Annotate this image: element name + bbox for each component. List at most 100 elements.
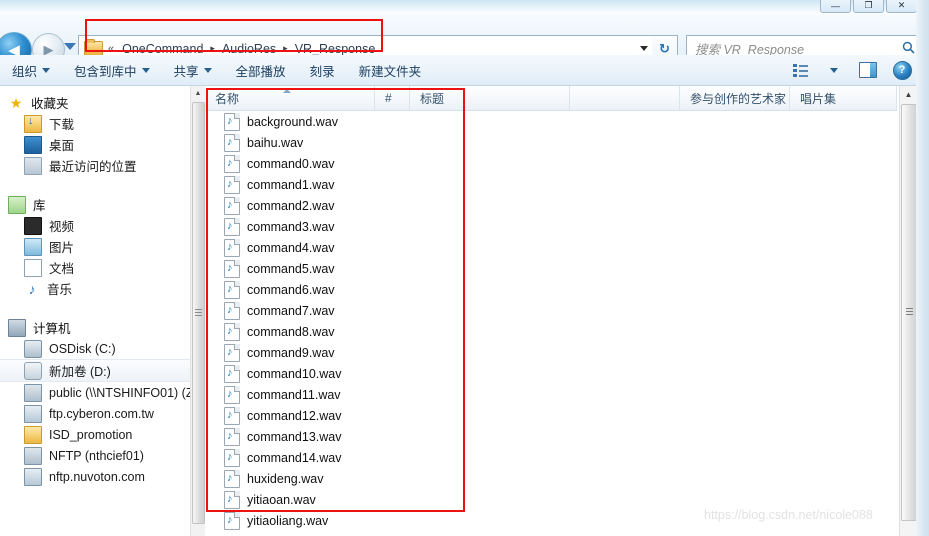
scroll-up-icon[interactable]: ▲ bbox=[191, 86, 205, 101]
close-button[interactable]: ✕ bbox=[886, 0, 917, 13]
watermark: https://blog.csdn.net/nicole088 bbox=[704, 508, 873, 522]
sidebar-item-new-volume[interactable]: 新加卷 (D:) bbox=[0, 359, 190, 382]
ftp-icon bbox=[24, 467, 42, 486]
file-row[interactable]: background.wav bbox=[205, 111, 897, 132]
file-row[interactable]: command10.wav bbox=[205, 363, 897, 384]
file-row[interactable]: yitiaoan.wav bbox=[205, 489, 897, 510]
scroll-up-icon[interactable]: ▲ bbox=[900, 86, 917, 102]
sidebar-item-videos[interactable]: 视频 bbox=[0, 215, 190, 236]
sidebar-header-libraries-label: 库 bbox=[33, 199, 46, 213]
file-row[interactable]: command4.wav bbox=[205, 237, 897, 258]
minimize-button[interactable]: — bbox=[820, 0, 851, 13]
file-name: command12.wav bbox=[247, 408, 342, 423]
column-headers: 名称 # 标题 参与创作的艺术家 唱片集 bbox=[205, 86, 897, 111]
command-share[interactable]: 共享 bbox=[162, 55, 224, 85]
history-dropdown-icon[interactable] bbox=[64, 43, 76, 50]
downloads-icon bbox=[24, 114, 42, 133]
command-new-folder[interactable]: 新建文件夹 bbox=[347, 55, 434, 85]
star-icon: ★ bbox=[9, 94, 23, 111]
chevron-right-icon[interactable]: ▸ bbox=[280, 43, 291, 54]
wav-file-icon bbox=[224, 427, 240, 446]
file-row[interactable]: command0.wav bbox=[205, 153, 897, 174]
command-include-in-library[interactable]: 包含到库中 bbox=[62, 55, 162, 85]
sort-ascending-icon bbox=[283, 89, 291, 93]
command-burn[interactable]: 刻录 bbox=[298, 55, 347, 85]
sidebar-item-isd-promotion[interactable]: ISD_promotion bbox=[0, 424, 190, 445]
column-header-blank[interactable] bbox=[570, 86, 680, 110]
file-row[interactable]: command9.wav bbox=[205, 342, 897, 363]
change-view-button[interactable] bbox=[783, 55, 817, 85]
maximize-button[interactable]: ❐ bbox=[853, 0, 884, 13]
sidebar-item-nftp-nuvoton[interactable]: nftp.nuvoton.com bbox=[0, 466, 190, 487]
wav-file-icon bbox=[224, 175, 240, 194]
wav-file-icon bbox=[224, 301, 240, 320]
sidebar-item-nftp[interactable]: NFTP (nthcief01) bbox=[0, 445, 190, 466]
command-play-all[interactable]: 全部播放 bbox=[224, 55, 298, 85]
chevron-right-icon[interactable]: ▸ bbox=[207, 43, 218, 54]
file-name: command1.wav bbox=[247, 177, 335, 192]
sidebar-header-libraries[interactable]: 库 bbox=[0, 194, 190, 215]
chevron-down-icon bbox=[203, 67, 212, 73]
column-header-name[interactable]: 名称 bbox=[205, 86, 375, 110]
sidebar-item-documents[interactable]: 文档 bbox=[0, 257, 190, 278]
sidebar-item-recent-places[interactable]: 最近访问的位置 bbox=[0, 155, 190, 176]
column-header-contributing-artists[interactable]: 参与创作的艺术家 bbox=[680, 86, 790, 110]
navigation-pane-scrollbar[interactable]: ▲ bbox=[190, 86, 206, 536]
sidebar-group-libraries: 库 视频 图片 文档 ♪ 音乐 bbox=[0, 194, 190, 299]
sidebar-item-music[interactable]: ♪ 音乐 bbox=[0, 278, 190, 299]
file-row[interactable]: command13.wav bbox=[205, 426, 897, 447]
file-list-pane[interactable]: 名称 # 标题 参与创作的艺术家 唱片集 background.wav baih… bbox=[205, 86, 897, 536]
file-row[interactable]: command7.wav bbox=[205, 300, 897, 321]
libraries-icon bbox=[8, 195, 26, 214]
file-list-scrollbar-thumb[interactable] bbox=[901, 104, 917, 521]
sidebar-item-isd-promotion-label: ISD_promotion bbox=[49, 427, 133, 442]
recent-places-icon bbox=[24, 156, 42, 175]
sidebar-header-favorites[interactable]: ★ 收藏夹 bbox=[0, 92, 190, 113]
file-row[interactable]: command8.wav bbox=[205, 321, 897, 342]
sidebar-header-computer[interactable]: 计算机 bbox=[0, 317, 190, 338]
sidebar-item-downloads[interactable]: 下载 bbox=[0, 113, 190, 134]
chevron-down-icon bbox=[141, 67, 150, 73]
network-folder-icon bbox=[24, 446, 42, 465]
sidebar-item-downloads-label: 下载 bbox=[49, 118, 75, 132]
navigation-scrollbar-thumb[interactable] bbox=[192, 102, 205, 524]
file-name: yitiaoan.wav bbox=[247, 492, 316, 507]
wav-file-icon bbox=[224, 448, 240, 467]
wav-file-icon bbox=[224, 385, 240, 404]
navigation-pane[interactable]: ★ 收藏夹 下载 桌面 最近访问的位置 库 视频 图片 bbox=[0, 86, 190, 536]
computer-icon bbox=[8, 318, 26, 337]
sidebar-item-desktop[interactable]: 桌面 bbox=[0, 134, 190, 155]
preview-pane-button[interactable] bbox=[851, 55, 885, 85]
file-row[interactable]: command14.wav bbox=[205, 447, 897, 468]
sidebar-item-osdisk[interactable]: OSDisk (C:) bbox=[0, 338, 190, 359]
breadcrumb-overflow-icon[interactable]: « bbox=[108, 43, 114, 55]
file-list-scrollbar[interactable]: ▲ bbox=[899, 86, 917, 536]
column-header-track-number[interactable]: # bbox=[375, 86, 410, 110]
file-row[interactable]: command5.wav bbox=[205, 258, 897, 279]
column-header-album[interactable]: 唱片集 bbox=[790, 86, 897, 110]
sidebar-item-public-share-label: public (\\NTSHINFO01) (Z:) bbox=[49, 385, 190, 400]
command-play-all-label: 全部播放 bbox=[235, 64, 286, 79]
file-row[interactable]: command6.wav bbox=[205, 279, 897, 300]
file-name: command6.wav bbox=[247, 282, 335, 297]
command-burn-label: 刻录 bbox=[309, 64, 335, 79]
sidebar-item-public-share[interactable]: public (\\NTSHINFO01) (Z:) bbox=[0, 382, 190, 403]
sidebar-item-pictures[interactable]: 图片 bbox=[0, 236, 190, 257]
file-name: yitiaoliang.wav bbox=[247, 513, 329, 528]
file-name: command0.wav bbox=[247, 156, 335, 171]
file-row[interactable]: command12.wav bbox=[205, 405, 897, 426]
column-header-title[interactable]: 标题 bbox=[410, 86, 570, 110]
sidebar-item-ftp-cyberon[interactable]: ftp.cyberon.com.tw bbox=[0, 403, 190, 424]
sidebar-item-pictures-label: 图片 bbox=[49, 241, 75, 255]
help-button[interactable]: ? bbox=[885, 55, 919, 85]
file-row[interactable]: command2.wav bbox=[205, 195, 897, 216]
command-include-in-library-label: 包含到库中 bbox=[74, 64, 137, 79]
file-row[interactable]: command1.wav bbox=[205, 174, 897, 195]
file-row[interactable]: baihu.wav bbox=[205, 132, 897, 153]
file-row[interactable]: command3.wav bbox=[205, 216, 897, 237]
chevron-down-icon bbox=[42, 67, 51, 73]
view-dropdown-button[interactable] bbox=[817, 55, 851, 85]
file-row[interactable]: huxideng.wav bbox=[205, 468, 897, 489]
command-organize[interactable]: 组织 bbox=[0, 55, 62, 85]
file-row[interactable]: command11.wav bbox=[205, 384, 897, 405]
